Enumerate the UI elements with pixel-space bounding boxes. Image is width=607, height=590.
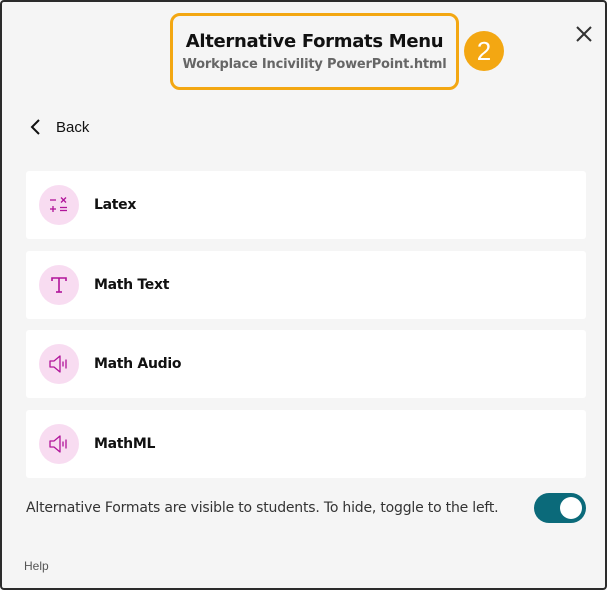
math-operators-icon: [39, 185, 79, 225]
back-button[interactable]: Back: [28, 115, 89, 139]
file-name: Workplace Incivility PowerPoint.html: [182, 57, 447, 72]
visibility-message: Alternative Formats are visible to stude…: [26, 500, 499, 516]
format-label: Math Text: [94, 277, 170, 293]
alternative-formats-dialog: Alternative Formats Menu Workplace Inciv…: [0, 0, 607, 590]
toggle-knob: [560, 497, 582, 519]
format-item-mathml[interactable]: MathML: [26, 410, 586, 478]
visibility-toggle[interactable]: [534, 493, 586, 523]
format-item-math-text[interactable]: Math Text: [26, 251, 586, 319]
dialog-title: Alternative Formats Menu: [185, 31, 444, 52]
format-label: Latex: [94, 197, 137, 213]
format-item-latex[interactable]: Latex: [26, 171, 586, 239]
speaker-icon: [39, 424, 79, 464]
help-link[interactable]: Help: [24, 559, 49, 573]
text-t-icon: [39, 265, 79, 305]
speaker-icon: [39, 344, 79, 384]
format-label: MathML: [94, 436, 156, 452]
close-icon: [576, 26, 592, 42]
back-label: Back: [56, 118, 90, 136]
format-label: Math Audio: [94, 356, 182, 372]
close-button[interactable]: [570, 20, 598, 48]
dialog-header-highlight: Alternative Formats Menu Workplace Inciv…: [170, 13, 459, 90]
chevron-left-icon: [30, 119, 40, 135]
step-badge: 2: [464, 31, 504, 71]
format-item-math-audio[interactable]: Math Audio: [26, 330, 586, 398]
